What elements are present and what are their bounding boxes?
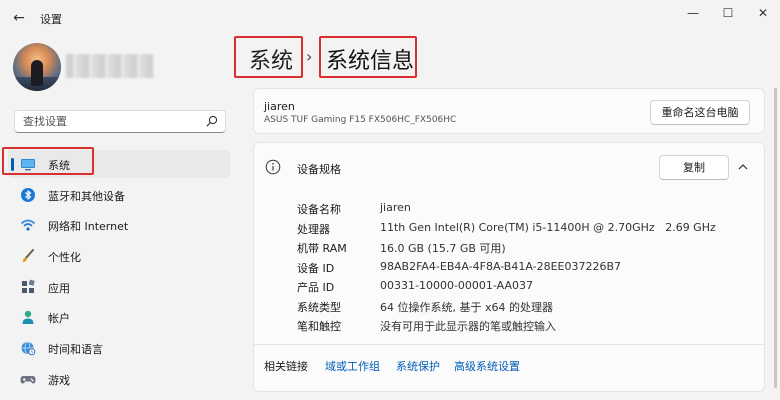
spec-value: 没有可用于此显示器的笔或触控输入 [380,320,556,333]
device-specs-title: 设备规格 [297,163,341,176]
apps-icon [22,279,35,293]
back-arrow-icon[interactable]: ← [10,9,28,27]
chevron-up-icon[interactable] [736,160,750,174]
annotation-box-sidebar-system [2,147,94,175]
sidebar-nav: 系统 蓝牙和其他设备 网络和 Internet 个性化 应用 帐户 时间和语言 … [8,150,230,396]
search-box[interactable] [14,110,226,133]
title-bar: ← 设置 — ☐ ✕ [0,0,780,34]
device-name: jiaren [264,100,295,113]
sidebar-item-time-language[interactable]: 时间和语言 [8,334,230,362]
sidebar-item-network[interactable]: 网络和 Internet [8,211,230,239]
search-input[interactable] [15,111,205,132]
related-links-label: 相关链接 [264,360,308,373]
device-model: ASUS TUF Gaming F15 FX506HC_FX506HC [264,115,457,125]
sidebar-item-label: 应用 [48,281,70,295]
spec-value: 11th Gen Intel(R) Core(TM) i5-11400H @ 2… [380,221,716,234]
sidebar-item-label: 帐户 [48,312,70,326]
gamepad-icon [20,375,36,384]
spec-label: 笔和触控 [297,320,341,333]
spec-label: 产品 ID [297,281,335,294]
brush-icon [22,249,34,263]
profile-name-redacted [66,54,154,78]
spec-value: 64 位操作系统, 基于 x64 的处理器 [380,301,553,314]
annotation-box-breadcrumb-parent [234,36,303,78]
spec-label: 设备 ID [297,262,335,275]
scrollbar[interactable] [774,88,777,388]
sidebar-item-label: 网络和 Internet [48,220,129,234]
sidebar-item-personalization[interactable]: 个性化 [8,242,230,270]
spec-label: 处理器 [297,223,330,236]
spec-value: 00331-10000-00001-AA037 [380,279,533,292]
sidebar-item-label: 个性化 [48,251,81,265]
link-advanced-system-settings[interactable]: 高级系统设置 [454,358,520,374]
link-system-protection[interactable]: 系统保护 [396,358,440,374]
breadcrumb-separator: › [306,47,313,66]
copy-button[interactable]: 复制 [659,155,729,180]
rename-pc-button[interactable]: 重命名这台电脑 [650,100,750,125]
sidebar-item-bluetooth[interactable]: 蓝牙和其他设备 [8,181,230,209]
avatar[interactable] [13,43,61,91]
sidebar-item-accounts[interactable]: 帐户 [8,303,230,331]
spec-label: 设备名称 [297,203,341,216]
maximize-icon[interactable]: ☐ [716,5,740,21]
search-icon[interactable] [206,115,218,127]
wifi-icon [20,219,36,231]
spec-value: 98AB2FA4-EB4A-4F8A-B41A-28EE037226B7 [380,260,622,273]
spec-label: 机带 RAM [297,242,347,255]
sidebar-item-label: 蓝牙和其他设备 [48,189,125,203]
minimize-icon[interactable]: — [681,5,705,21]
link-domain-workgroup[interactable]: 域或工作组 [325,358,380,374]
spec-label: 系统类型 [297,301,341,314]
app-title: 设置 [40,13,62,26]
spec-value: jiaren [380,201,411,214]
close-icon[interactable]: ✕ [751,5,775,21]
globe-clock-icon [21,341,36,356]
bluetooth-icon [21,187,35,202]
sidebar-item-label: 时间和语言 [48,343,103,357]
spec-value: 16.0 GB (15.7 GB 可用) [380,242,506,255]
sidebar-item-gaming[interactable]: 游戏 [8,365,230,393]
sidebar-item-label: 游戏 [48,373,70,387]
info-icon [265,159,281,175]
sidebar-item-apps[interactable]: 应用 [8,273,230,301]
annotation-box-page-title [319,36,417,78]
account-icon [22,311,34,325]
divider [254,344,764,345]
avatar-person [31,60,43,86]
